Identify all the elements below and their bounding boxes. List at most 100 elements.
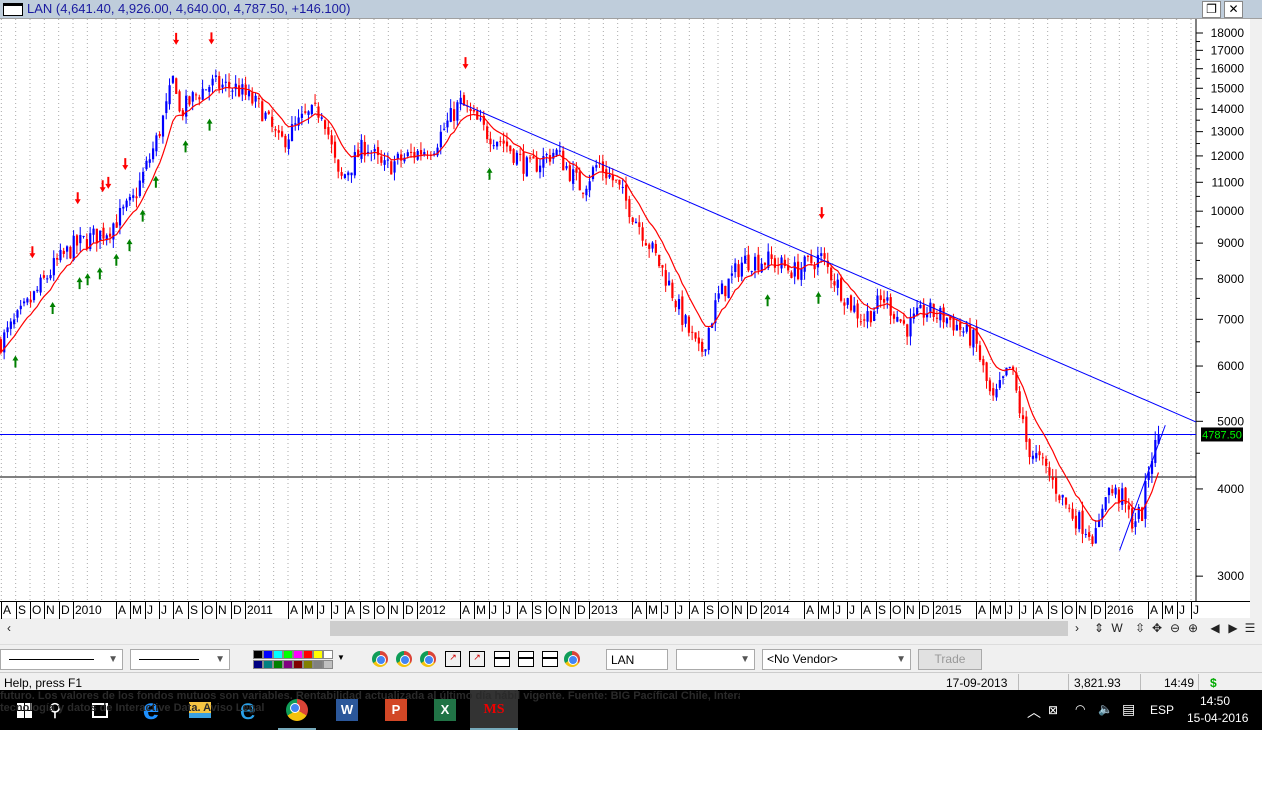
palette-more-icon[interactable]: ▼	[337, 653, 345, 662]
window-layout-icon[interactable]	[542, 651, 558, 667]
color-swatch[interactable]	[293, 650, 303, 659]
file-explorer-button[interactable]	[176, 690, 224, 730]
chart-nav-tool[interactable]: W	[1110, 620, 1124, 637]
color-swatch[interactable]	[323, 660, 333, 669]
horizontal-scrollbar[interactable]: ‹ › ⇕ W ⇳ ✥ ⊖ ⊕ ◀ ▶ ☰	[0, 620, 1262, 637]
restore-button[interactable]: ❐	[1202, 1, 1221, 18]
candle-body	[168, 85, 171, 105]
volume-icon[interactable]: 🔈	[1098, 702, 1113, 716]
chrome-icon[interactable]	[372, 651, 388, 667]
color-swatch[interactable]	[283, 650, 293, 659]
candle-body	[724, 285, 727, 297]
clock-time[interactable]: 14:50	[1200, 694, 1230, 708]
chrome-icon[interactable]	[396, 651, 412, 667]
candle-body	[214, 75, 218, 77]
chart-expert-icon[interactable]: ↗	[469, 651, 485, 667]
scroll-right-button[interactable]: ›	[1070, 620, 1084, 637]
candle-body	[456, 102, 459, 121]
trade-button[interactable]: Trade	[918, 649, 982, 670]
month-label: D	[1093, 603, 1102, 617]
close-button[interactable]: ✕	[1224, 1, 1243, 18]
tray-overflow-icon[interactable]: ︿	[1027, 702, 1041, 722]
chart-nav-tool[interactable]: ⇳	[1133, 620, 1147, 637]
search-button[interactable]: ⚲	[31, 690, 79, 730]
candle-body	[595, 165, 598, 168]
chrome-icon[interactable]	[564, 651, 580, 667]
price-chart[interactable]: 18000 17000 16000 15000 14000 13000 12000 11000…	[0, 19, 1250, 602]
candle-body	[796, 261, 800, 280]
color-swatch[interactable]	[293, 660, 303, 669]
period-dropdown[interactable]: ▼	[676, 649, 755, 670]
chart-nav-tool[interactable]: ◀	[1208, 620, 1222, 637]
edge-button[interactable]: e	[127, 690, 175, 730]
color-swatch[interactable]	[323, 650, 333, 659]
task-view-button[interactable]	[76, 690, 124, 730]
month-label: M	[1164, 603, 1174, 617]
vendor-dropdown[interactable]: <No Vendor> ▼	[762, 649, 911, 670]
chart-nav-tool[interactable]: ▶	[1226, 620, 1240, 637]
candle-body	[631, 217, 634, 223]
candle-body	[32, 291, 36, 301]
internet-explorer-button[interactable]: e	[224, 690, 272, 730]
scroll-track[interactable]	[18, 620, 1070, 637]
date-tick	[30, 602, 31, 619]
buy-signal-arrow	[96, 267, 103, 280]
scroll-thumb[interactable]	[330, 621, 1068, 636]
candle-body	[701, 341, 704, 352]
chrome-taskbar-button[interactable]	[273, 690, 321, 730]
language-indicator[interactable]: ESP	[1150, 703, 1174, 717]
color-swatch[interactable]	[303, 650, 313, 659]
color-swatch[interactable]	[313, 650, 323, 659]
excel-button[interactable]: X	[421, 690, 469, 730]
candle-body	[899, 319, 902, 322]
candle-body	[52, 258, 55, 276]
color-swatch[interactable]	[253, 650, 263, 659]
color-swatch[interactable]	[283, 660, 293, 669]
month-label: N	[218, 603, 227, 617]
chart-nav-tool[interactable]: ☰	[1243, 620, 1257, 637]
color-swatch[interactable]	[313, 660, 323, 669]
line-weight-dropdown[interactable]: ▼	[130, 649, 230, 670]
candle-body	[519, 153, 522, 155]
color-swatch[interactable]	[263, 660, 273, 669]
date-tick	[761, 602, 762, 619]
line-style-dropdown[interactable]: ▼	[0, 649, 123, 670]
date-tick	[976, 602, 977, 619]
candle-body	[624, 184, 628, 201]
color-swatch[interactable]	[253, 660, 263, 669]
color-swatch[interactable]	[273, 650, 283, 659]
word-button[interactable]: W	[323, 690, 371, 730]
candle-body	[489, 138, 492, 145]
battery-icon[interactable]: ⊠	[1048, 703, 1058, 717]
chart-expert-icon[interactable]: ↗	[445, 651, 461, 667]
candle-body	[201, 88, 204, 100]
candle-body	[704, 349, 707, 352]
clock-date[interactable]: 15-04-2016	[1187, 711, 1248, 725]
candle-body	[13, 319, 16, 325]
wifi-icon[interactable]: ◠	[1075, 702, 1085, 716]
chart-nav-tool[interactable]: ⊕	[1186, 620, 1200, 637]
powerpoint-button[interactable]: P	[372, 690, 420, 730]
metastock-button[interactable]: MS	[470, 690, 518, 730]
candle-body	[380, 156, 383, 163]
color-swatch[interactable]	[303, 660, 313, 669]
year-label: 2013	[591, 603, 618, 617]
candle-body	[697, 337, 700, 344]
chart-nav-tool[interactable]: ⊖	[1168, 620, 1182, 637]
candle-body	[241, 84, 244, 95]
symbol-input[interactable]	[606, 649, 668, 670]
color-swatch[interactable]	[273, 660, 283, 669]
date-tick	[876, 602, 877, 619]
candle-body	[22, 301, 26, 304]
chrome-icon[interactable]	[420, 651, 436, 667]
notifications-icon[interactable]: ▤	[1122, 701, 1135, 718]
window-layout-icon[interactable]	[494, 651, 510, 667]
date-tick	[360, 602, 361, 619]
chart-nav-tool[interactable]: ⇕	[1092, 620, 1106, 637]
candle-body	[830, 267, 833, 281]
candle-body	[509, 145, 512, 152]
scroll-left-button[interactable]: ‹	[2, 620, 16, 637]
color-swatch[interactable]	[263, 650, 273, 659]
window-layout-icon[interactable]	[518, 651, 534, 667]
chart-nav-tool[interactable]: ✥	[1150, 620, 1164, 637]
